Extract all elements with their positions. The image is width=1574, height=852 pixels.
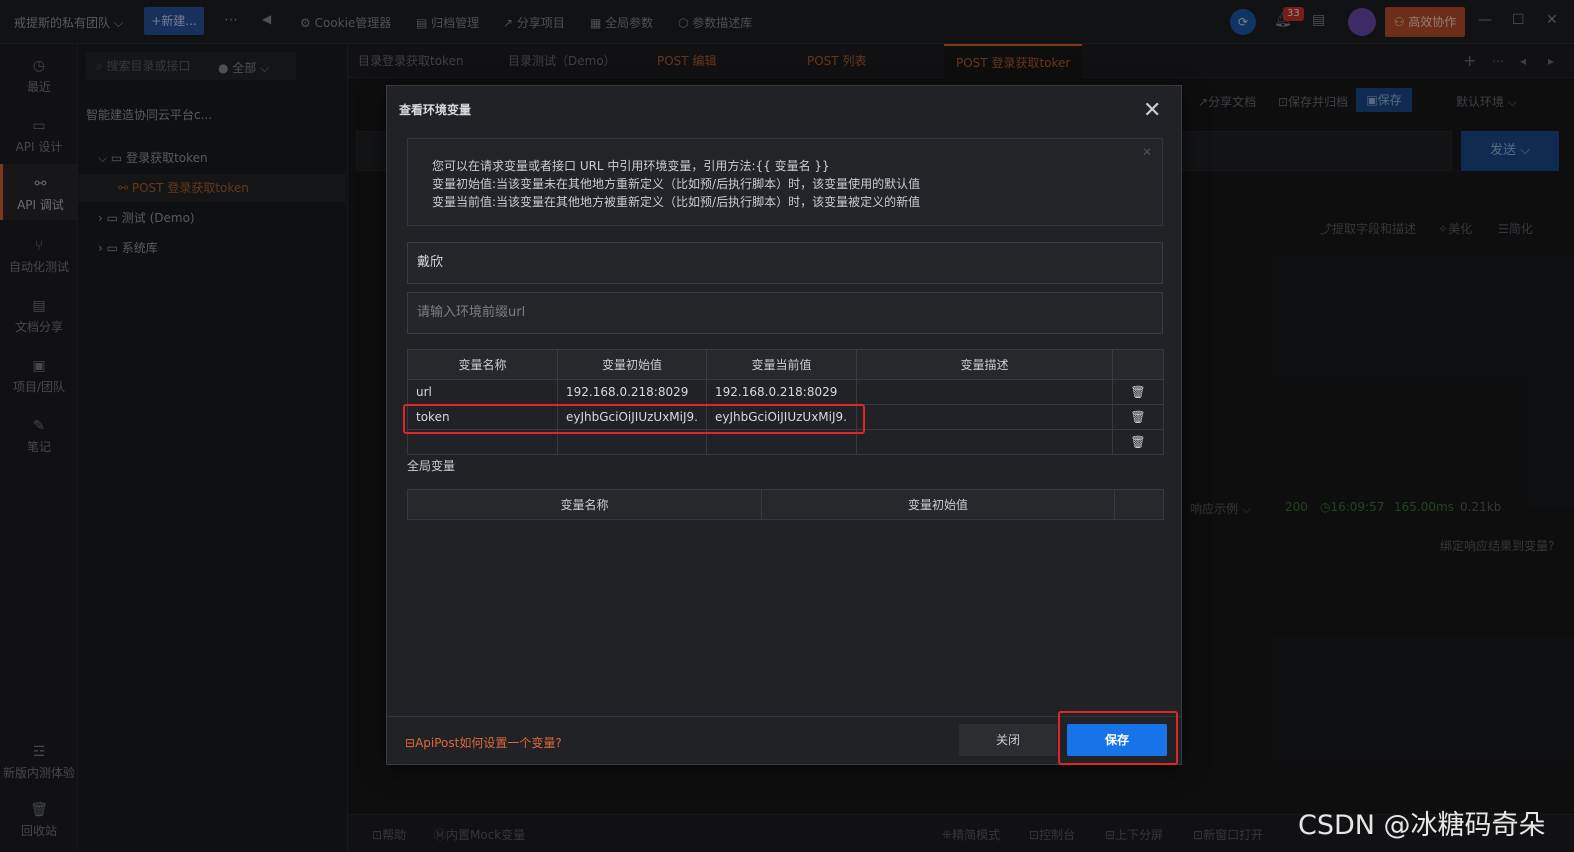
var-desc-cell[interactable] — [856, 379, 1113, 405]
var-initial-cell[interactable]: 192.168.0.218:8029 — [557, 379, 707, 405]
watermark: CSDN @冰糖码奇朵 — [1298, 810, 1546, 841]
info-close-icon[interactable]: ✕ — [1142, 145, 1152, 159]
col-header: 变量当前值 — [706, 349, 857, 380]
col-header: 变量初始值 — [761, 489, 1115, 520]
env-variables-dialog: 查看环境变量 ✕ 您可以在请求变量或者接口 URL 中引用环境变量，引用方法:{… — [386, 85, 1182, 765]
delete-icon[interactable]: 🗑︎ — [1112, 429, 1164, 455]
var-name-cell[interactable]: url — [407, 379, 558, 405]
col-header: 变量名称 — [407, 489, 762, 520]
delete-icon[interactable]: 🗑︎ — [1112, 379, 1164, 405]
col-header: 变量初始值 — [557, 349, 707, 380]
info-line: 变量初始值:当该变量未在其他地方重新定义（比如预/后执行脚本）时，该变量使用的默… — [432, 177, 921, 191]
info-line: 变量当前值:当该变量在其他地方被重新定义（比如预/后执行脚本）时，该变量被定义的… — [432, 195, 921, 209]
cancel-button[interactable]: 关闭 — [959, 724, 1057, 756]
var-desc-cell[interactable] — [856, 404, 1113, 430]
table-row: url 192.168.0.218:8029 192.168.0.218:802… — [407, 379, 1164, 405]
env-variables-table: 变量名称 变量初始值 变量当前值 变量描述 url 192.168.0.218:… — [407, 349, 1164, 455]
var-desc-cell[interactable] — [856, 429, 1113, 455]
info-box: 您可以在请求变量或者接口 URL 中引用环境变量，引用方法:{{ 变量名 }} … — [407, 138, 1163, 226]
help-link[interactable]: ⊟ApiPost如何设置一个变量? — [405, 734, 562, 751]
info-line: 您可以在请求变量或者接口 URL 中引用环境变量，引用方法:{{ 变量名 }} — [432, 159, 830, 173]
global-vars-label: 全局变量 — [407, 459, 456, 473]
var-current-cell[interactable]: 192.168.0.218:8029 — [706, 379, 857, 405]
global-variables-table: 变量名称 变量初始值 — [407, 489, 1164, 520]
col-header-actions — [1112, 349, 1164, 380]
col-header-actions — [1114, 489, 1164, 520]
delete-icon[interactable]: 🗑︎ — [1112, 404, 1164, 430]
col-header: 变量描述 — [856, 349, 1113, 380]
env-url-input[interactable]: 请输入环境前缀url — [407, 292, 1163, 334]
close-icon[interactable]: ✕ — [1143, 94, 1161, 128]
table-header-row: 变量名称 变量初始值 — [407, 489, 1164, 520]
token-row-highlight — [403, 404, 865, 434]
table-header-row: 变量名称 变量初始值 变量当前值 变量描述 — [407, 349, 1164, 380]
save-button-highlight — [1058, 711, 1178, 765]
env-name-input[interactable]: 戴欣 — [407, 242, 1163, 284]
col-header: 变量名称 — [407, 349, 558, 380]
dialog-title: 查看环境变量 — [399, 103, 472, 117]
